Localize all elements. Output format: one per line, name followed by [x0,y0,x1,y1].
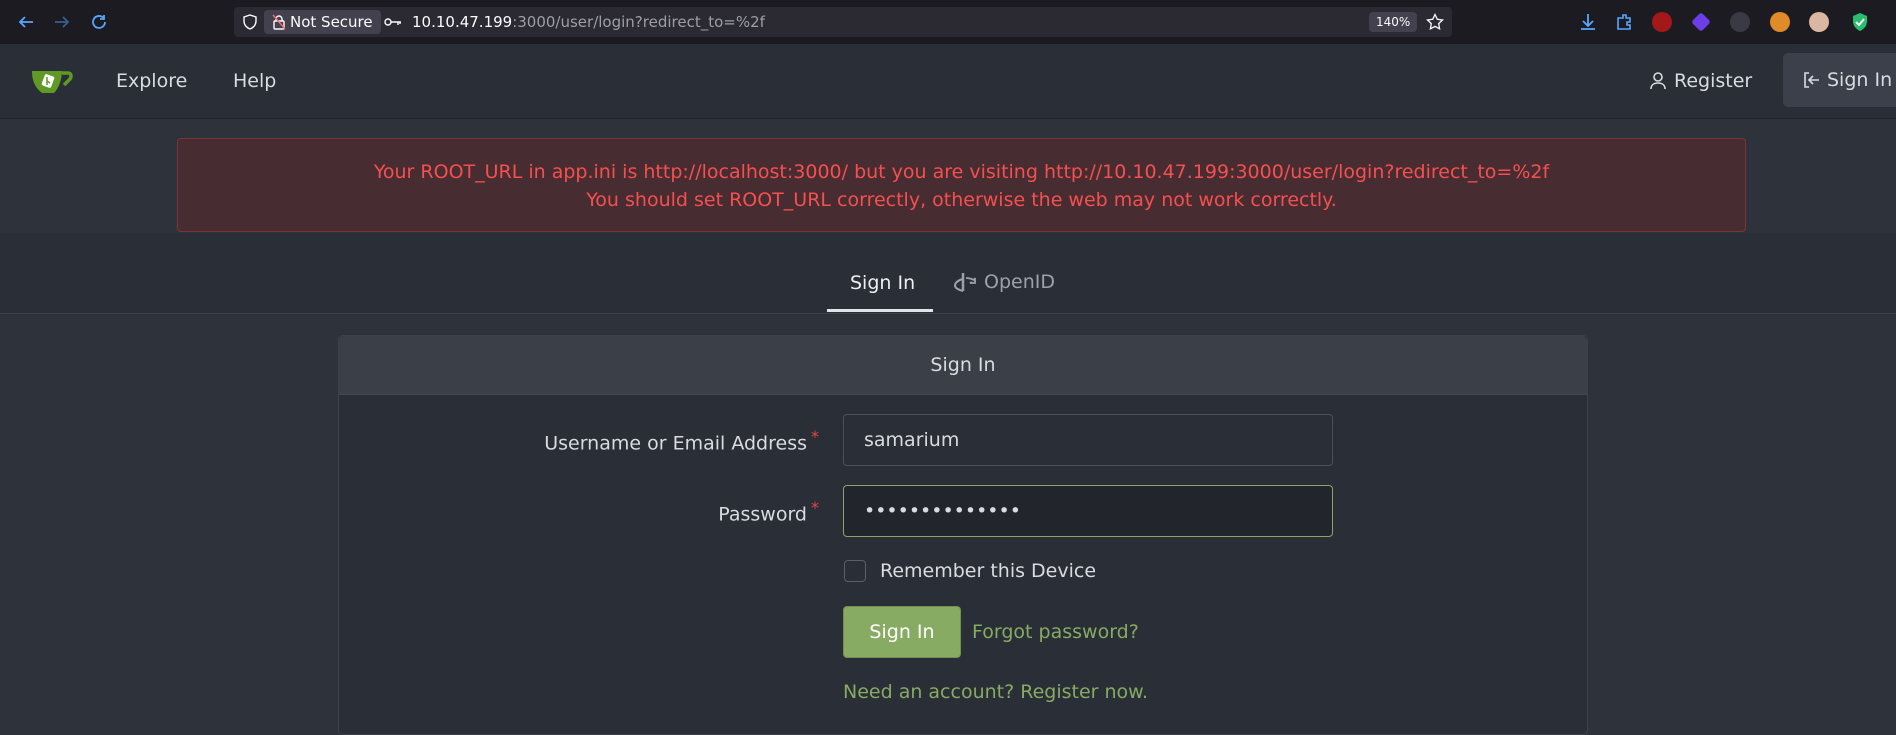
zoom-level[interactable]: 140% [1369,12,1418,32]
sign-in-button[interactable]: Sign In [843,606,961,658]
reload-button[interactable] [87,10,111,34]
agent-extension-icon[interactable] [1730,12,1750,32]
tab-sign-in[interactable]: Sign In [850,268,915,298]
lock-slash-icon [272,14,286,30]
root-url-warning: Your ROOT_URL in app.ini is http://local… [177,138,1746,232]
forward-button[interactable] [50,10,74,34]
tab-openid[interactable]: OpenID [953,267,1055,297]
reload-icon [92,15,106,29]
shield-icon [243,14,257,30]
arrow-right-icon [55,16,70,28]
required-mark: * [811,427,819,446]
gitea-logo-icon[interactable] [30,65,74,97]
shield-check-extension-icon[interactable] [1850,12,1870,32]
remember-device-checkbox[interactable] [844,560,866,582]
not-secure-badge[interactable]: Not Secure [264,10,381,34]
nav-explore[interactable]: Explore [116,66,187,96]
cookie-extension-icon[interactable] [1770,12,1790,32]
sign-in-card: Sign In Username or Email Address* Passw… [338,335,1588,735]
register-now-link[interactable]: Need an account? Register now. [843,677,1148,707]
register-label: Register [1674,70,1753,92]
star-icon[interactable] [1426,13,1444,31]
forgot-password-link[interactable]: Forgot password? [972,617,1139,647]
back-button[interactable] [14,10,38,34]
site-navbar: Explore Help Register Sign In [0,44,1896,119]
username-label: Username or Email Address * [544,427,819,455]
browser-toolbar: Not Secure 10.10.47.199:3000/user/login?… [0,0,1896,45]
address-bar[interactable]: Not Secure 10.10.47.199:3000/user/login?… [234,7,1452,37]
active-tab-indicator [827,309,933,312]
remember-device-label[interactable]: Remember this Device [880,556,1096,586]
not-secure-label: Not Secure [290,13,373,31]
url-text[interactable]: 10.10.47.199:3000/user/login?redirect_to… [412,7,765,37]
download-icon[interactable] [1578,12,1598,32]
warning-line-2: You should set ROOT_URL correctly, other… [586,189,1337,211]
login-tabs: Sign In OpenID [0,233,1896,314]
face-extension-icon[interactable] [1809,12,1829,32]
openid-icon [953,273,976,292]
ublock-icon[interactable] [1652,12,1672,32]
openid-label: OpenID [984,271,1055,293]
sign-in-icon [1804,72,1819,88]
warning-line-1: Your ROOT_URL in app.ini is http://local… [373,161,1550,183]
extensions-icon[interactable] [1614,12,1634,32]
key-icon [384,18,401,26]
password-input[interactable]: •••••••••••••• [843,485,1333,537]
sign-in-label: Sign In [1827,69,1893,91]
nav-register[interactable]: Register [1650,66,1752,96]
password-label: Password * [718,498,819,526]
username-input[interactable] [843,414,1333,466]
diamond-extension-icon[interactable] [1691,12,1711,32]
nav-sign-in-button[interactable]: Sign In [1783,53,1896,107]
nav-help[interactable]: Help [233,66,276,96]
required-mark: * [811,498,819,517]
arrow-left-icon [18,16,33,28]
person-icon [1650,72,1666,90]
card-title: Sign In [339,336,1587,395]
